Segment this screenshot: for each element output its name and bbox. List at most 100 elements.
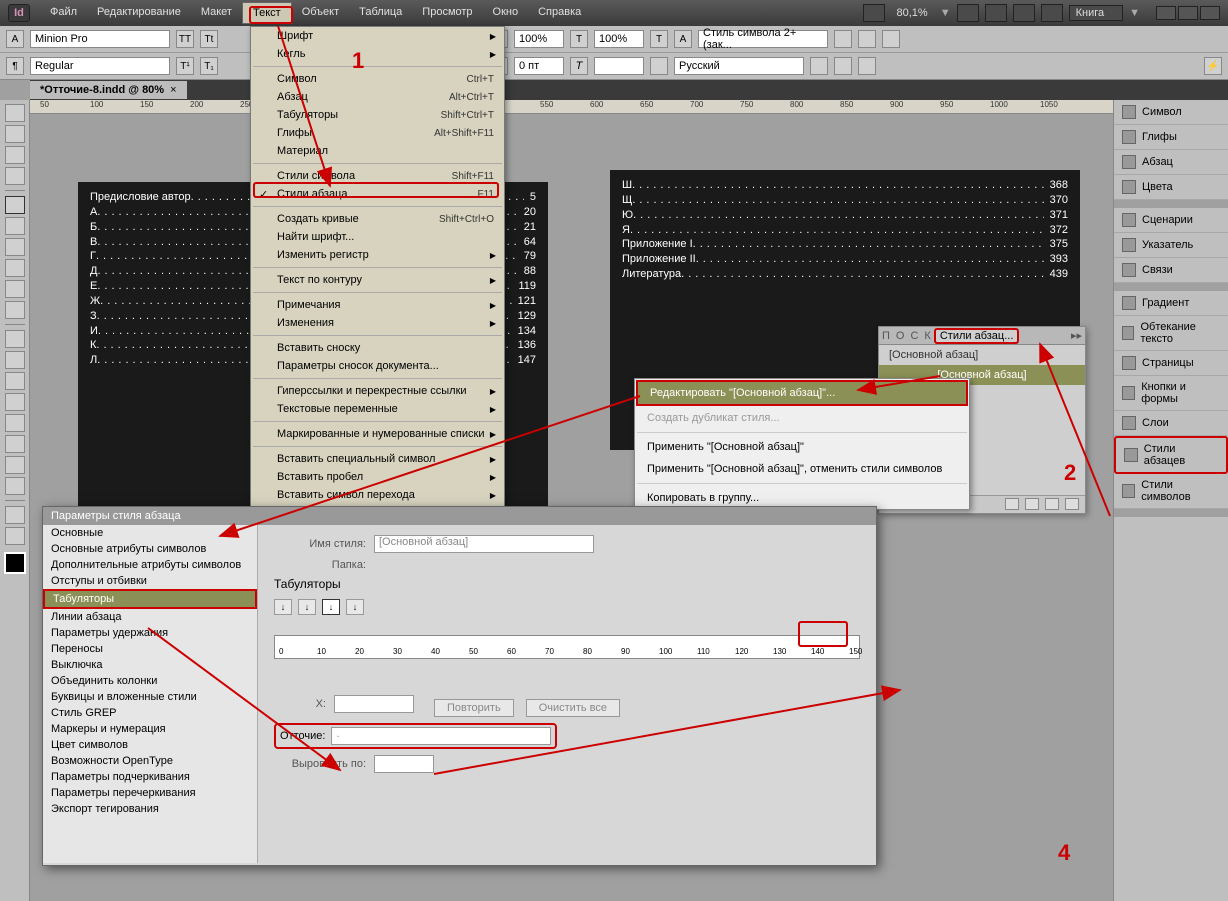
style-row[interactable]: [Основной абзац] (879, 345, 1085, 365)
menu-item[interactable]: Стили символаShift+F11 (251, 167, 504, 185)
direct-selection-tool[interactable] (5, 125, 25, 143)
dialog-category[interactable]: Выключка (43, 657, 257, 673)
maximize-button[interactable] (1178, 6, 1198, 20)
char-style[interactable]: Стиль символа 2+ (зак... (698, 30, 828, 48)
gradient-feather-tool[interactable] (5, 393, 25, 411)
note-tool[interactable] (5, 414, 25, 432)
clear-override-icon[interactable] (1045, 498, 1059, 510)
expand-icon[interactable]: ▸▸ (1068, 329, 1085, 342)
free-transform-tool[interactable] (5, 351, 25, 369)
panel-символ[interactable]: Символ (1114, 100, 1228, 125)
panel-стили-символов[interactable]: Стили символов (1114, 474, 1228, 509)
context-item[interactable]: Применить "[Основной абзац]" (635, 436, 969, 458)
panel-абзац[interactable]: Абзац (1114, 150, 1228, 175)
panel-цвета[interactable]: Цвета (1114, 175, 1228, 200)
menu-item[interactable]: Материал (251, 142, 504, 160)
skew-val[interactable] (594, 57, 644, 75)
rectangle-tool[interactable] (5, 301, 25, 319)
menu-текст[interactable]: Текст (242, 2, 292, 24)
menu-item[interactable]: Вставить символ перехода (251, 486, 504, 504)
eyedropper-tool[interactable] (5, 435, 25, 453)
panel-страницы[interactable]: Страницы (1114, 351, 1228, 376)
dialog-category[interactable]: Маркеры и нумерация (43, 721, 257, 737)
dialog-category[interactable]: Экспорт тегирования (43, 801, 257, 817)
dialog-category[interactable]: Табуляторы (43, 589, 257, 609)
tab-decimal[interactable]: ↓ (346, 599, 364, 615)
workspace-selector[interactable]: Книга (1069, 5, 1124, 21)
hand-tool[interactable] (5, 456, 25, 474)
new-group-icon[interactable] (1005, 498, 1019, 510)
dialog-category[interactable]: Возможности OpenType (43, 753, 257, 769)
menu-окно[interactable]: Окно (483, 2, 529, 24)
dialog-category[interactable]: Объединить колонки (43, 673, 257, 689)
x-field[interactable] (334, 695, 414, 713)
dialog-category[interactable]: Дополнительные атрибуты символов (43, 557, 257, 573)
fill-swatch[interactable] (650, 57, 668, 75)
bridge-icon[interactable] (863, 4, 885, 22)
zoom-tool[interactable] (5, 477, 25, 495)
page-tool[interactable] (5, 146, 25, 164)
menu-item[interactable]: Маркированные и нумерованные списки (251, 425, 504, 443)
panel-сценарии[interactable]: Сценарии (1114, 208, 1228, 233)
menu-item[interactable]: Примечания (251, 296, 504, 314)
dialog-category[interactable]: Параметры подчеркивания (43, 769, 257, 785)
repeat-button[interactable]: Повторить (434, 699, 514, 717)
menu-item[interactable]: Кегль (251, 45, 504, 63)
menu-item[interactable]: Текст по контуру (251, 271, 504, 289)
screen-icon[interactable] (1041, 4, 1063, 22)
panel-tab[interactable]: Стили абзац... (934, 328, 1020, 344)
view-options-icon[interactable] (985, 4, 1007, 22)
justify-right-icon[interactable] (858, 57, 876, 75)
panel-слои[interactable]: Слои (1114, 411, 1228, 436)
screen-mode-icon[interactable] (957, 4, 979, 22)
menu-item[interactable]: Вставить пробел (251, 468, 504, 486)
menu-item[interactable]: Создать кривыеShift+Ctrl+O (251, 210, 504, 228)
menu-item[interactable]: Параметры сносок документа... (251, 357, 504, 375)
menu-item[interactable]: ГлифыAlt+Shift+F11 (251, 124, 504, 142)
tt2-icon[interactable]: Tt (200, 30, 218, 48)
menu-таблица[interactable]: Таблица (349, 2, 412, 24)
menu-просмотр[interactable]: Просмотр (412, 2, 482, 24)
menu-объект[interactable]: Объект (292, 2, 349, 24)
font-style[interactable]: Regular (30, 57, 170, 75)
leader-field[interactable]: . (331, 727, 551, 745)
menu-item[interactable]: Шрифт (251, 27, 504, 45)
style-name-field[interactable]: [Основной абзац] (374, 535, 594, 553)
language[interactable]: Русский (674, 57, 804, 75)
pencil-tool[interactable] (5, 259, 25, 277)
panel-кнопки-и-формы[interactable]: Кнопки и формы (1114, 376, 1228, 411)
menu-item[interactable]: ✓Стили абзацаF11 (251, 185, 504, 203)
scale-y[interactable]: 100% (594, 30, 644, 48)
panel-tab[interactable]: П (879, 330, 893, 342)
menu-item[interactable]: Изменения (251, 314, 504, 332)
line-tool[interactable] (5, 217, 25, 235)
dialog-category[interactable]: Стиль GREP (43, 705, 257, 721)
dialog-category[interactable]: Основные (43, 525, 257, 541)
sub-icon[interactable]: T₁ (200, 57, 218, 75)
dialog-category[interactable]: Отступы и отбивки (43, 573, 257, 589)
tab-ruler[interactable]: 0102030405060708090100110120130140150 (274, 635, 860, 681)
menu-макет[interactable]: Макет (191, 2, 242, 24)
menu-справка[interactable]: Справка (528, 2, 591, 24)
scale-x[interactable]: 100% (514, 30, 564, 48)
tab-center[interactable]: ↓ (298, 599, 316, 615)
panel-градиент[interactable]: Градиент (1114, 291, 1228, 316)
trash-icon[interactable] (1065, 498, 1079, 510)
justify-center-icon[interactable] (834, 57, 852, 75)
justify-left-icon[interactable] (810, 57, 828, 75)
dialog-category[interactable]: Буквицы и вложенные стили (43, 689, 257, 705)
gradient-tool[interactable] (5, 372, 25, 390)
align-left-icon[interactable] (834, 30, 852, 48)
char-format-icon[interactable]: A (6, 30, 24, 48)
clear-all-button[interactable]: Очистить все (526, 699, 620, 717)
font-family[interactable]: Minion Pro (30, 30, 170, 48)
close-tab-icon[interactable]: × (170, 84, 176, 96)
para-format-icon[interactable]: ¶ (6, 57, 24, 75)
format-container-icon[interactable] (5, 527, 25, 545)
baseline-shift[interactable]: 0 пт (514, 57, 564, 75)
dialog-category[interactable]: Параметры перечеркивания (43, 785, 257, 801)
align-right-icon[interactable] (882, 30, 900, 48)
gap-tool[interactable] (5, 167, 25, 185)
tab-right[interactable]: ↓ (322, 599, 340, 615)
dialog-category[interactable]: Цвет символов (43, 737, 257, 753)
